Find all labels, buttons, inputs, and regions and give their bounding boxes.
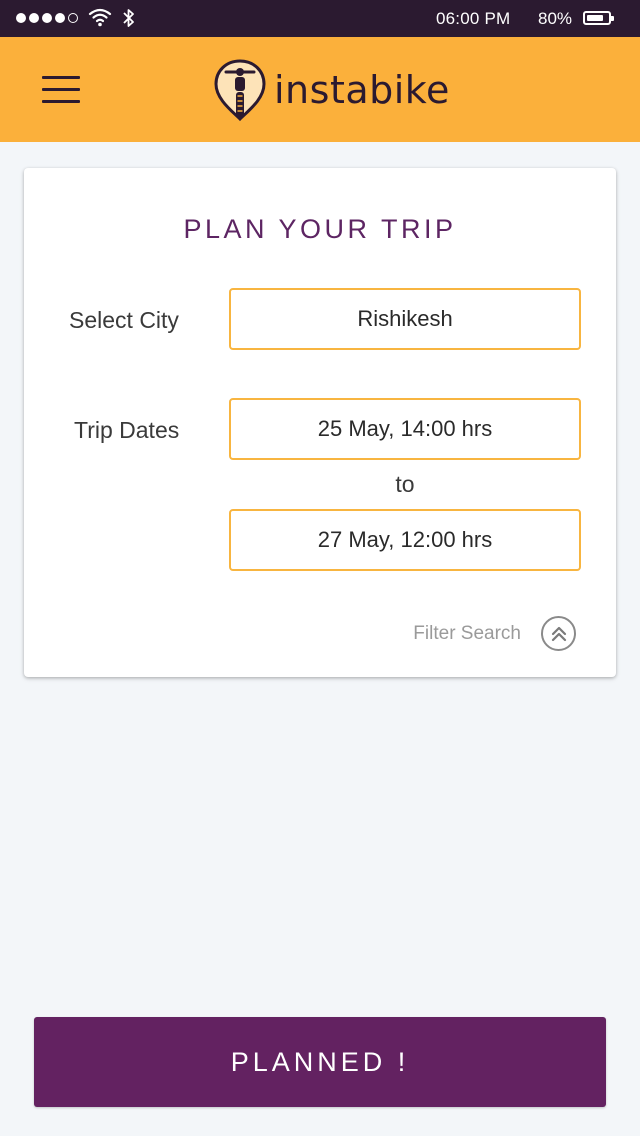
battery-percentage: 80% — [538, 9, 573, 28]
date-separator-text: to — [395, 471, 415, 497]
bluetooth-icon — [123, 9, 134, 27]
filter-search-toggle[interactable]: Filter Search — [413, 616, 576, 651]
filter-search-label: Filter Search — [413, 622, 521, 644]
brand-logo: instabike — [212, 58, 450, 122]
status-time: 06:00 PM — [436, 9, 511, 28]
select-city-label: Select City — [69, 307, 179, 333]
location-pin-bike-icon — [214, 59, 266, 122]
start-date-field[interactable]: 25 May, 14:00 hrs — [229, 398, 581, 460]
signal-dots-icon — [16, 13, 78, 23]
trip-dates-label: Trip Dates — [74, 417, 180, 443]
app-header: instabike — [0, 37, 640, 142]
hamburger-menu-icon[interactable] — [42, 76, 80, 104]
start-date-value: 25 May, 14:00 hrs — [317, 416, 493, 441]
planned-button[interactable]: PLANNED ! — [34, 1017, 606, 1107]
app-screen: 06:00 PM 80% instabike PLAN YOUR TRIP Se… — [0, 0, 640, 1136]
city-value: Rishikesh — [357, 306, 453, 331]
brand-name: instabike — [274, 68, 450, 112]
plan-trip-card: PLAN YOUR TRIP Select City Rishikesh Tri… — [24, 168, 616, 677]
end-date-value: 27 May, 12:00 hrs — [317, 527, 493, 552]
city-select-field[interactable]: Rishikesh — [229, 288, 581, 350]
battery-icon — [583, 11, 614, 25]
card-title: PLAN YOUR TRIP — [183, 214, 457, 244]
end-date-field[interactable]: 27 May, 12:00 hrs — [229, 509, 581, 571]
wifi-icon — [88, 8, 112, 27]
status-bar: 06:00 PM 80% — [0, 0, 640, 37]
double-chevron-up-circle-icon[interactable] — [541, 616, 576, 651]
